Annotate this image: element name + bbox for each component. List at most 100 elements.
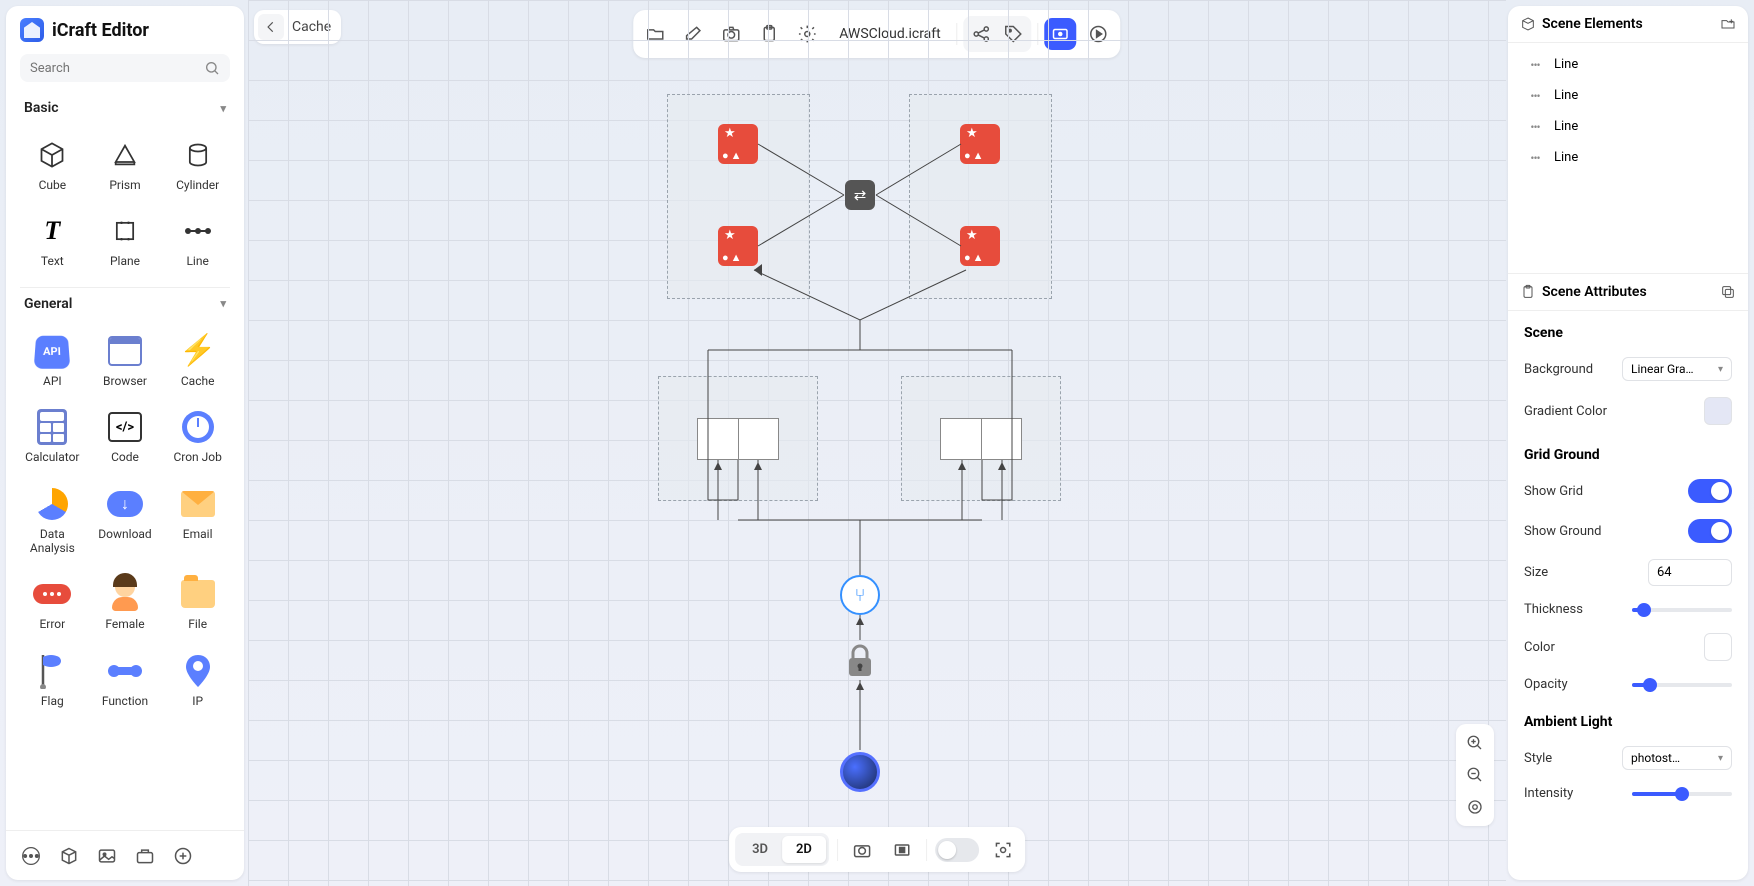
target-icon — [1466, 798, 1484, 816]
focus-icon — [993, 840, 1013, 860]
palette-cube[interactable]: Cube — [16, 128, 89, 200]
app-title: iCraft Editor — [52, 20, 149, 41]
more-button[interactable] — [14, 839, 48, 873]
focus-button[interactable] — [987, 834, 1019, 866]
grid-color-swatch[interactable] — [1704, 633, 1732, 661]
right-panel: Scene Elements •••Line •••Line •••Line •… — [1508, 6, 1748, 880]
palette-download[interactable]: ↓Download — [89, 477, 162, 564]
left-sidebar: iCraft Editor Basic ▾ Cube Prism Cylinde… — [6, 6, 244, 880]
service-block[interactable] — [960, 226, 1000, 266]
search-box[interactable] — [20, 54, 230, 82]
palette-cache[interactable]: ⚡Cache — [161, 324, 234, 396]
camera-icon — [852, 840, 872, 860]
zoom-out-button[interactable] — [1460, 760, 1490, 790]
line-icon: ••• — [1526, 58, 1544, 72]
network-icon[interactable]: ⑂ — [840, 575, 880, 615]
snapshot-button[interactable] — [846, 834, 878, 866]
chevron-down-icon: ▾ — [220, 297, 226, 310]
sidebar-bottom-toolbar — [6, 830, 244, 880]
gradient-color-swatch[interactable] — [1704, 397, 1732, 425]
line-icon: ••• — [1526, 151, 1544, 165]
add-button[interactable] — [166, 839, 200, 873]
palette-female[interactable]: Female — [89, 567, 162, 639]
line-icon: ••• — [1526, 89, 1544, 103]
element-line-item[interactable]: •••Line — [1508, 111, 1748, 142]
copy-icon[interactable] — [1720, 284, 1736, 300]
mode-3d-button[interactable]: 3D — [738, 836, 782, 863]
cube-tool-button[interactable] — [52, 839, 86, 873]
db-block[interactable] — [940, 418, 1022, 460]
section-basic[interactable]: Basic ▾ — [6, 92, 244, 124]
opacity-slider[interactable] — [1632, 683, 1732, 687]
service-block[interactable] — [718, 124, 758, 164]
size-label: Size — [1524, 565, 1548, 580]
element-list: •••Line •••Line •••Line •••Line — [1508, 43, 1748, 273]
image-icon — [97, 846, 117, 866]
thickness-slider[interactable] — [1632, 608, 1732, 612]
palette-cronjob[interactable]: Cron Job — [161, 400, 234, 472]
more-icon — [21, 846, 41, 866]
mode-2d-button[interactable]: 2D — [782, 836, 826, 863]
gradient-color-label: Gradient Color — [1524, 404, 1607, 419]
view-mode-toggle: 3D 2D — [735, 833, 829, 866]
palette-error[interactable]: Error — [16, 567, 89, 639]
element-line-item[interactable]: •••Line — [1508, 142, 1748, 173]
save-button[interactable] — [128, 839, 162, 873]
line-icon: ••• — [1526, 120, 1544, 134]
clipboard-icon — [1520, 284, 1536, 300]
scene-elements-title: Scene Elements — [1542, 16, 1643, 32]
palette-calculator[interactable]: Calculator — [16, 400, 89, 472]
lock-icon[interactable] — [845, 644, 875, 678]
palette-line[interactable]: Line — [161, 204, 234, 276]
fit-button[interactable] — [886, 834, 918, 866]
palette-function[interactable]: Function — [89, 644, 162, 716]
size-input[interactable] — [1648, 559, 1732, 586]
globe-icon[interactable] — [840, 752, 880, 792]
target-button[interactable] — [1460, 792, 1490, 822]
section-basic-label: Basic — [24, 100, 59, 116]
intensity-slider[interactable] — [1632, 792, 1732, 796]
db-block[interactable] — [697, 418, 779, 460]
style-select[interactable]: photost…▾ — [1622, 746, 1732, 770]
style-label: Style — [1524, 751, 1552, 766]
service-block[interactable] — [718, 226, 758, 266]
palette-code[interactable]: </>Code — [89, 400, 162, 472]
section-general[interactable]: General ▾ — [6, 288, 244, 320]
element-line-item[interactable]: •••Line — [1508, 49, 1748, 80]
search-input[interactable] — [30, 61, 204, 76]
image-tool-button[interactable] — [90, 839, 124, 873]
zoom-in-button[interactable] — [1460, 728, 1490, 758]
element-line-item[interactable]: •••Line — [1508, 80, 1748, 111]
swap-icon[interactable]: ⇄ — [845, 180, 875, 210]
app-logo — [20, 18, 44, 42]
palette-plane[interactable]: Plane — [89, 204, 162, 276]
fit-icon — [892, 840, 912, 860]
palette-email[interactable]: Email — [161, 477, 234, 564]
background-label: Background — [1524, 362, 1593, 377]
briefcase-icon — [135, 846, 155, 866]
scene-section: Scene — [1508, 311, 1748, 349]
palette-browser[interactable]: Browser — [89, 324, 162, 396]
add-folder-icon[interactable] — [1720, 16, 1736, 32]
show-ground-toggle[interactable] — [1688, 519, 1732, 543]
palette-dataanalysis[interactable]: Data Analysis — [16, 477, 89, 564]
preview-toggle[interactable] — [935, 838, 979, 862]
palette-text[interactable]: TText — [16, 204, 89, 276]
palette-flag[interactable]: Flag — [16, 644, 89, 716]
show-grid-toggle[interactable] — [1688, 479, 1732, 503]
zoom-in-icon — [1466, 734, 1484, 752]
palette-api[interactable]: APIAPI — [16, 324, 89, 396]
service-block[interactable] — [960, 124, 1000, 164]
background-select[interactable]: Linear Gra…▾ — [1622, 357, 1732, 381]
opacity-label: Opacity — [1524, 677, 1568, 692]
palette-general: APIAPI Browser ⚡Cache Calculator </>Code… — [6, 320, 244, 726]
palette-cylinder[interactable]: Cylinder — [161, 128, 234, 200]
chevron-down-icon: ▾ — [220, 102, 226, 115]
canvas[interactable]: ⇄ ⑂ — [248, 0, 1506, 886]
palette-ip[interactable]: IP — [161, 644, 234, 716]
palette-prism[interactable]: Prism — [89, 128, 162, 200]
cube-icon — [1520, 16, 1536, 32]
palette-file[interactable]: File — [161, 567, 234, 639]
section-general-label: General — [24, 296, 72, 312]
palette-basic: Cube Prism Cylinder TText Plane Line — [6, 124, 244, 287]
